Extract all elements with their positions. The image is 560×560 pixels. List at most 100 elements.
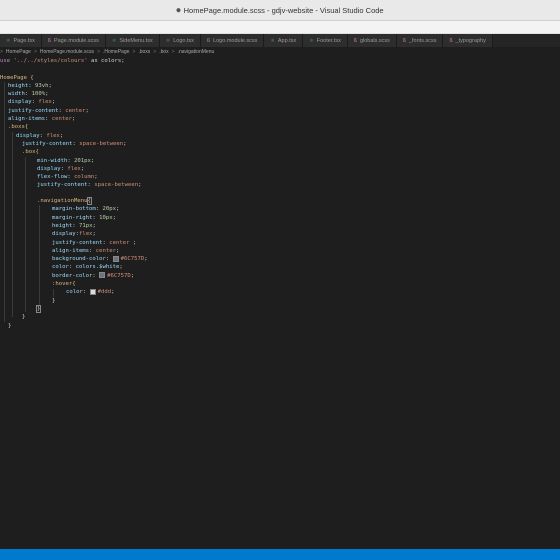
indent-guide xyxy=(12,132,13,317)
breadcrumb-item[interactable]: .navigationMenu xyxy=(178,49,215,55)
code-token: ; xyxy=(90,157,95,164)
code-token: { xyxy=(86,197,93,205)
code-token: : xyxy=(45,116,52,122)
code-line: justify-content: space-between; xyxy=(22,140,126,148)
tab-label: Logo.tsx xyxy=(173,37,194,44)
code-editor[interactable]: use '../../styles/colours' as colors; Ho… xyxy=(0,57,560,547)
code-token: margin-right xyxy=(52,214,93,221)
tab-page-module-scss[interactable]: ß Page.module.scss xyxy=(41,34,106,47)
breadcrumb-item[interactable]: .box xyxy=(159,49,168,55)
color-swatch[interactable] xyxy=(99,272,106,279)
breadcrumb-separator: > xyxy=(153,48,157,55)
color-swatch[interactable] xyxy=(89,288,96,295)
tab-app-tsx[interactable]: ⚛ App.tsx xyxy=(264,34,304,47)
code-token: : xyxy=(92,272,100,279)
code-token: min-width xyxy=(37,157,68,164)
tab-globals-scss[interactable]: ß globals.scss xyxy=(347,34,397,47)
tab-label: SideMenu.tsx xyxy=(119,37,153,44)
breadcrumb-separator: > xyxy=(97,48,100,55)
code-token: display xyxy=(52,231,76,238)
code-token: flex-flow xyxy=(37,174,68,181)
code-line: :hover{ xyxy=(52,280,76,288)
tab-label: Page.module.scss xyxy=(53,37,99,44)
react-file-icon: ⚛ xyxy=(6,37,11,44)
code-line: width: 100%; xyxy=(8,90,48,98)
window-title: HomePage.module.scss - gdjv-website - Vi… xyxy=(183,5,384,15)
code-token: width xyxy=(8,91,25,98)
code-token: use xyxy=(0,58,14,64)
code-token: color xyxy=(66,289,83,296)
code-line: } xyxy=(22,313,25,321)
code-token: HomePage { xyxy=(0,74,34,81)
code-token: colors.$white xyxy=(75,264,120,271)
tab-typography[interactable]: ß _typography xyxy=(443,34,493,47)
code-token: :hover{ xyxy=(52,281,76,287)
code-token: space-between xyxy=(79,140,124,147)
code-token: align-items xyxy=(8,116,46,122)
tab-fonts-scss[interactable]: ß _fonts.scss xyxy=(396,34,444,47)
code-line: border-color: #6C757D; xyxy=(52,272,134,280)
code-token: justify-content xyxy=(8,107,59,114)
react-file-icon: ⚛ xyxy=(165,37,171,44)
code-token: center xyxy=(95,247,117,254)
breadcrumb-item[interactable]: .HomePage xyxy=(103,49,129,55)
tab-logo-tsx[interactable]: ⚛ Logo.tsx xyxy=(159,34,201,47)
code-token: ; xyxy=(45,91,49,98)
code-token: justify-content xyxy=(22,140,73,147)
code-token: ; xyxy=(92,231,96,238)
tab-label: _typography xyxy=(455,37,486,44)
tab-footer-tsx[interactable]: ⚛ Footer.tsx xyxy=(303,34,348,47)
code-token: : xyxy=(82,289,90,296)
code-token: ; xyxy=(132,239,137,246)
tab-sidemenu-tsx[interactable]: ⚛ SideMenu.tsx xyxy=(105,34,160,47)
code-token: height xyxy=(52,222,73,229)
breadcrumb-separator: > xyxy=(0,48,3,55)
code-line: HomePage { xyxy=(0,74,34,82)
code-token: center xyxy=(65,107,86,114)
code-token: justify-content xyxy=(52,239,103,246)
code-token: color xyxy=(52,264,69,271)
breadcrumb: > HomePage > HomePage.module.scss > .HomePage… xyxy=(0,47,560,56)
tab-logo-module-scss[interactable]: ß Logo.module.scss xyxy=(201,34,265,47)
code-token: } xyxy=(35,304,42,313)
code-token: ; xyxy=(111,289,115,296)
color-swatch[interactable] xyxy=(112,255,119,262)
code-token: ; xyxy=(116,206,120,213)
code-token: : xyxy=(68,264,76,271)
code-token: ; xyxy=(119,264,123,271)
code-token: align-items xyxy=(52,247,90,254)
code-token: : xyxy=(72,222,79,229)
sass-file-icon: ß xyxy=(449,37,453,44)
code-token: display xyxy=(8,99,32,106)
code-token: : xyxy=(89,247,96,254)
code-line: display: flex; xyxy=(37,165,84,173)
code-line: .boxs{ xyxy=(8,123,28,131)
code-token: border-color xyxy=(52,272,93,279)
code-line: justify-content: center; xyxy=(8,107,89,115)
tab-page-tsx[interactable]: ⚛ Page.tsx xyxy=(0,34,42,47)
breadcrumb-item[interactable]: .boxs xyxy=(138,49,150,55)
code-line: justify-content: space-between; xyxy=(37,181,141,189)
breadcrumb-item[interactable]: HomePage.module.scss xyxy=(40,49,94,55)
tab-label: Page.tsx xyxy=(13,37,35,44)
code-line: .navigationMenu{ xyxy=(37,197,93,205)
tab-label: _fonts.scss xyxy=(408,37,437,44)
code-token: ; xyxy=(72,116,76,122)
code-token: .navigationMenu xyxy=(37,198,88,204)
tab-label: App.tsx xyxy=(277,37,297,44)
code-token: .box{ xyxy=(22,149,39,156)
code-line: } xyxy=(8,322,11,330)
code-line: color: #ddd; xyxy=(66,288,114,296)
code-token: '../../styles/colours' xyxy=(13,58,88,64)
tab-label: globals.scss xyxy=(359,37,390,44)
code-line: align-items: center; xyxy=(52,247,119,255)
code-token: background-color xyxy=(52,256,106,263)
code-token: 20px xyxy=(102,206,117,213)
code-token: ; xyxy=(138,182,142,189)
indent-guide xyxy=(39,205,40,305)
code-line: display:flex; xyxy=(52,230,96,238)
breadcrumb-separator: > xyxy=(33,48,37,55)
sass-file-icon: ß xyxy=(353,37,357,44)
breadcrumb-item[interactable]: HomePage xyxy=(6,49,31,55)
code-line: .box{ xyxy=(22,148,39,156)
